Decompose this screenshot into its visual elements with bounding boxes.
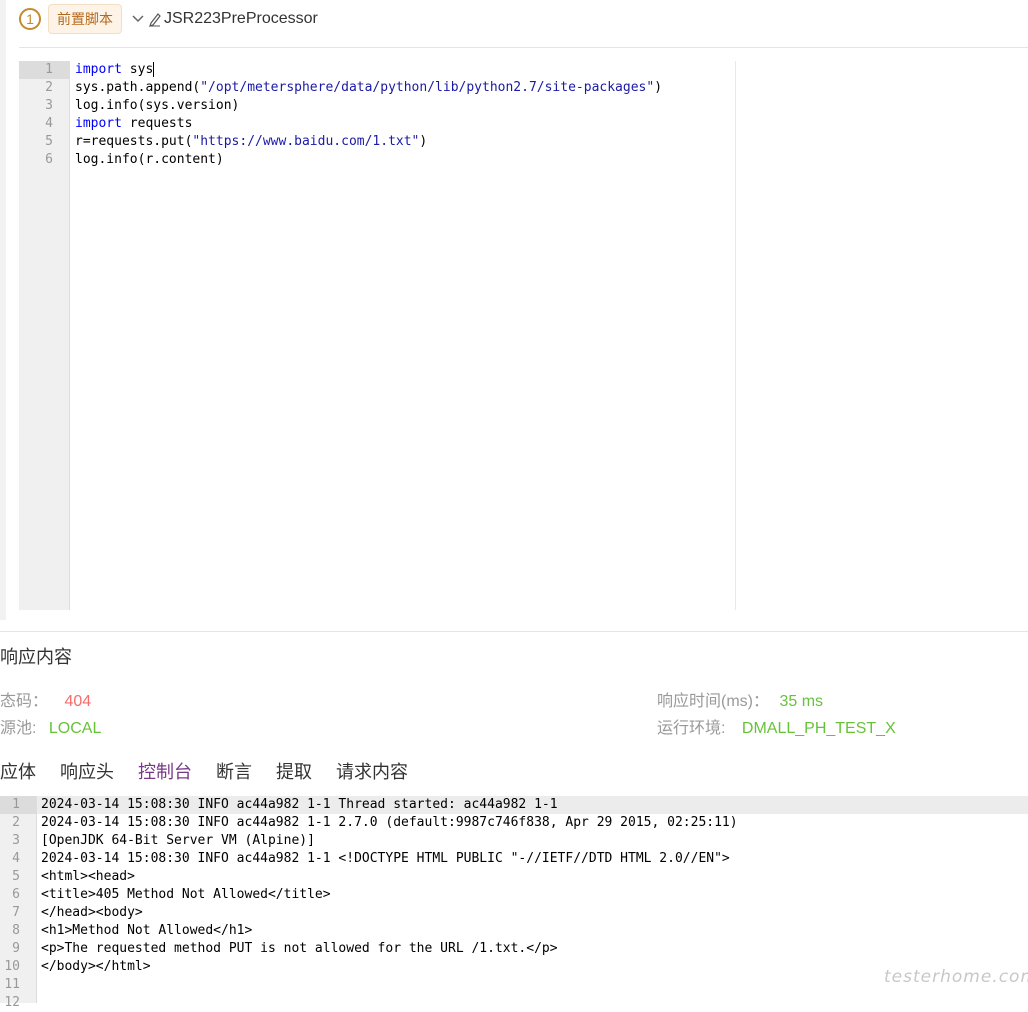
code-text: ): [419, 134, 428, 149]
section-divider: [0, 631, 1028, 632]
console-line-number: 2: [12, 815, 20, 830]
code-text: r=requests.put(: [75, 134, 193, 149]
resource-pool-label: 源池:: [0, 720, 37, 737]
run-environment-value: DMALL_PH_TEST_X: [741, 720, 896, 737]
keyword: import: [75, 62, 122, 77]
console-line-number: 12: [4, 995, 20, 1010]
console-output[interactable]: 1 2 3 4 5 6 7 8 9 10 11 12 2024-03-14 15:08:30 INFO …: [0, 796, 1028, 1010]
status-code: 态码： 404: [0, 687, 91, 711]
console-line-number: 7: [12, 905, 20, 920]
console-line-number: 3: [12, 833, 20, 848]
script-editor[interactable]: 1 2 3 4 5 6 import sys sys.path.append("/opt/me…: [19, 61, 1028, 611]
code-text: log.info(sys.version): [75, 98, 240, 113]
line-number: 2: [45, 80, 53, 95]
response-time-label: 响应时间(ms)：: [657, 693, 769, 710]
console-line: 2024-03-14 15:08:30 INFO ac44a982 1-1 Th…: [41, 797, 558, 812]
code-line: log.info(r.content): [75, 151, 224, 169]
console-line-number: 11: [4, 977, 20, 992]
console-line-number: 6: [12, 887, 20, 902]
line-number: 6: [45, 152, 53, 167]
tab-body[interactable]: 应体: [0, 758, 36, 796]
run-environment-label: 运行环境:: [657, 720, 726, 737]
code-line: sys.path.append("/opt/metersphere/data/p…: [75, 79, 662, 97]
code-line: log.info(sys.version): [75, 97, 239, 115]
console-line: <h1>Method Not Allowed</h1>: [41, 923, 253, 938]
tab-assertions[interactable]: 断言: [216, 758, 252, 796]
console-line-number: 5: [12, 869, 20, 884]
console-line: <html><head>: [41, 869, 135, 884]
console-line: <title>405 Method Not Allowed</title>: [41, 887, 331, 902]
text-cursor: [153, 62, 155, 77]
string-literal: "/opt/metersphere/data/python/lib/python…: [200, 80, 655, 95]
print-margin: [735, 61, 736, 610]
code-text: log.info(r.content): [75, 152, 224, 167]
code-text: requests: [121, 116, 193, 131]
tab-extract[interactable]: 提取: [276, 758, 312, 796]
step-number-badge: 1: [19, 8, 41, 30]
console-line-number: 1: [12, 797, 20, 812]
header-divider: [19, 47, 1028, 48]
code-text: sys: [121, 62, 154, 77]
response-title: 响应内容: [0, 647, 72, 667]
console-line: [OpenJDK 64-Bit Server VM (Alpine)]: [41, 833, 315, 848]
line-number: 5: [45, 134, 53, 149]
processor-header: 1 前置脚本 JSR223PreProcessor: [19, 4, 318, 34]
chevron-down-icon[interactable]: [130, 11, 146, 27]
line-number: 4: [45, 116, 53, 131]
console-line-number: 4: [12, 851, 20, 866]
response-time-value: 35 ms: [779, 693, 824, 710]
resource-pool: 源池: LOCAL: [0, 714, 101, 738]
pre-script-tag: 前置脚本: [48, 4, 122, 34]
console-line: </body></html>: [41, 959, 151, 974]
code-line: r=requests.put("https://www.baidu.com/1.…: [75, 133, 427, 151]
console-line-number: 10: [4, 959, 20, 974]
processor-name[interactable]: JSR223PreProcessor: [164, 10, 318, 28]
status-code-value: 404: [64, 693, 92, 710]
string-literal: "https://www.baidu.com/1.txt": [192, 134, 420, 149]
line-number: 3: [45, 98, 53, 113]
console-line: </head><body>: [41, 905, 143, 920]
tab-console[interactable]: 控制台: [138, 758, 192, 804]
code-text: sys.path.append(: [75, 80, 201, 95]
code-line: import requests: [75, 115, 192, 133]
code-text: ): [654, 80, 663, 95]
run-environment: 运行环境: DMALL_PH_TEST_X: [657, 714, 896, 738]
response-time: 响应时间(ms)： 35 ms: [657, 687, 823, 711]
response-tabs: 应体 响应头 控制台 断言 提取 请求内容: [0, 758, 432, 804]
line-number: 1: [45, 62, 53, 77]
resource-pool-value: LOCAL: [48, 720, 102, 737]
console-line-number: 9: [12, 941, 20, 956]
console-line: 2024-03-14 15:08:30 INFO ac44a982 1-1 <!…: [41, 851, 730, 866]
console-line-number: 8: [12, 923, 20, 938]
tab-request-content[interactable]: 请求内容: [336, 758, 408, 796]
console-line: 2024-03-14 15:08:30 INFO ac44a982 1-1 2.…: [41, 815, 738, 830]
watermark-logo: testerhome.com: [884, 967, 1028, 987]
left-rule: [0, 0, 6, 620]
tab-headers[interactable]: 响应头: [60, 758, 114, 796]
console-line: <p>The requested method PUT is not allow…: [41, 941, 558, 956]
code-line: import sys: [75, 61, 155, 79]
keyword: import: [75, 116, 122, 131]
status-code-label: 态码：: [0, 693, 49, 710]
edit-pencil-icon[interactable]: [148, 11, 162, 27]
